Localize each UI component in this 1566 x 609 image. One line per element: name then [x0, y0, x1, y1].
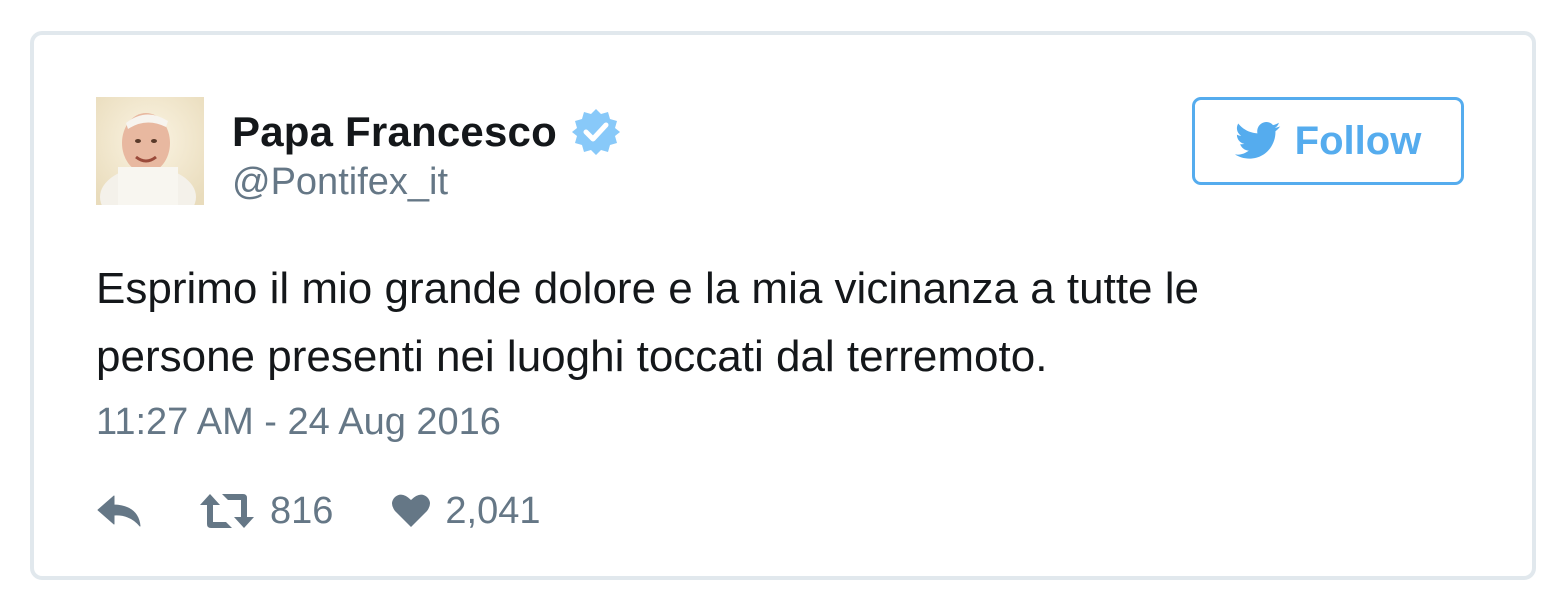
author-name-row: Papa Francesco — [232, 105, 621, 159]
tweet-text: Esprimo il mio grande dolore e la mia vi… — [96, 255, 1396, 391]
reply-icon — [96, 494, 142, 528]
reply-button[interactable] — [96, 494, 142, 528]
heart-icon — [391, 493, 431, 529]
twitter-bird-icon — [1234, 121, 1281, 161]
follow-button-label: Follow — [1294, 118, 1422, 163]
tweet-card: Papa Francesco @Pontifex_it Follow Espri… — [30, 31, 1536, 580]
author-display-name[interactable]: Papa Francesco — [232, 108, 557, 156]
like-count: 2,041 — [445, 489, 541, 532]
avatar-portrait — [96, 97, 204, 205]
tweet-text-line: persone presenti nei luoghi toccati dal … — [96, 332, 1048, 381]
retweet-count: 816 — [270, 489, 334, 532]
tweet-timestamp[interactable]: 11:27 AM - 24 Aug 2016 — [96, 401, 501, 444]
author-handle[interactable]: @Pontifex_it — [232, 161, 448, 204]
retweet-button[interactable]: 816 — [198, 490, 333, 533]
verified-badge-icon — [571, 107, 621, 157]
retweet-icon — [198, 492, 256, 530]
tweet-actions: 816 2,041 — [96, 485, 541, 537]
tweet-text-line: Esprimo il mio grande dolore e la mia vi… — [96, 264, 1199, 313]
avatar[interactable] — [96, 97, 204, 205]
follow-button[interactable]: Follow — [1192, 97, 1464, 185]
like-button[interactable]: 2,041 — [391, 489, 541, 533]
